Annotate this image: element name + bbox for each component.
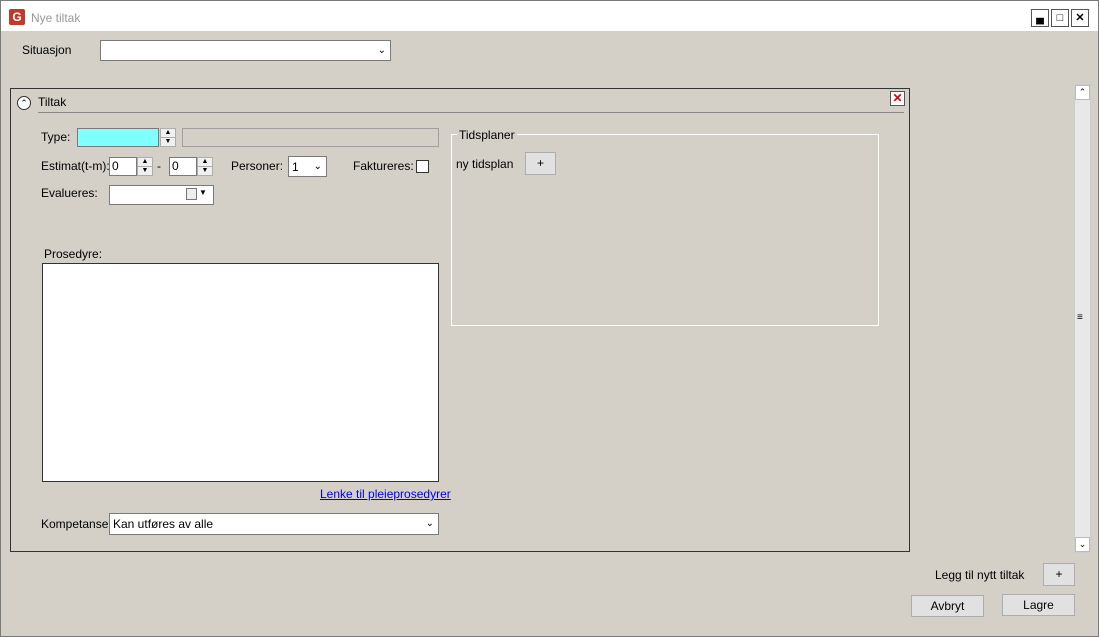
scroll-down-icon[interactable]: ⌄ [1075, 537, 1090, 552]
ny-tidsplan-label: ny tidsplan [456, 157, 514, 171]
window-title: Nye tiltak [31, 11, 81, 25]
panel-divider [38, 112, 904, 113]
personer-select[interactable]: 1 ⌄ [288, 156, 327, 177]
estimat-separator: - [157, 159, 161, 173]
faktureres-checkbox[interactable] [416, 160, 429, 173]
faktureres-label: Faktureres: [353, 159, 414, 173]
kompetanse-select[interactable]: Kan utføres av alle ⌄ [109, 513, 439, 535]
situation-select[interactable]: ⌄ [100, 40, 391, 61]
add-tidsplan-button[interactable]: + [525, 152, 556, 175]
remove-icon[interactable]: ✕ [890, 91, 905, 106]
save-button[interactable]: Lagre [1002, 594, 1075, 616]
type-down-icon[interactable]: ▼ [160, 137, 176, 147]
estimat-from-input[interactable]: 0 [109, 157, 137, 176]
type-input[interactable] [77, 128, 159, 147]
minimize-button[interactable]: ▄ [1031, 9, 1049, 27]
personer-value: 1 [292, 160, 299, 174]
panel-title: Tiltak [38, 95, 67, 109]
estimat-from-down-icon[interactable]: ▼ [137, 166, 153, 176]
type-label: Type: [41, 130, 71, 144]
prosedyre-textarea[interactable] [42, 263, 439, 482]
prosedyre-label: Prosedyre: [44, 247, 103, 261]
situation-label: Situasjon [22, 43, 72, 57]
kompetanse-label: Kompetanse: [41, 517, 112, 531]
evalueres-label: Evalueres: [41, 186, 98, 200]
maximize-button[interactable]: □ [1051, 9, 1069, 27]
app-logo-icon: G [9, 9, 25, 25]
calendar-icon[interactable] [186, 188, 197, 200]
add-tiltak-button[interactable]: + [1043, 563, 1075, 586]
estimat-to-down-icon[interactable]: ▼ [197, 166, 213, 176]
collapse-icon[interactable]: ⌃ [17, 96, 31, 110]
type-description-field [182, 128, 439, 147]
estimat-label: Estimat(t-m): [41, 159, 110, 173]
cancel-button[interactable]: Avbryt [911, 595, 984, 617]
dropdown-arrow-icon[interactable]: ▼ [199, 188, 207, 197]
add-tiltak-label: Legg til nytt tiltak [935, 568, 1025, 582]
close-button[interactable]: ✕ [1071, 9, 1089, 27]
scroll-up-icon[interactable]: ⌃ [1075, 85, 1090, 100]
chevron-down-icon: ⌄ [313, 161, 322, 172]
tidsplaner-group [451, 134, 879, 326]
personer-label: Personer: [231, 159, 284, 173]
kompetanse-value: Kan utføres av alle [113, 517, 214, 531]
title-bar [1, 1, 1098, 31]
tidsplaner-title: Tidsplaner [457, 128, 517, 142]
estimat-to-input[interactable]: 0 [169, 157, 197, 176]
chevron-down-icon: ⌄ [425, 518, 434, 529]
pleieprosedyrer-link[interactable]: Lenke til pleieprosedyrer [320, 487, 451, 501]
scroll-grip-icon[interactable]: ≡ [1077, 312, 1083, 323]
chevron-down-icon: ⌄ [377, 45, 386, 56]
